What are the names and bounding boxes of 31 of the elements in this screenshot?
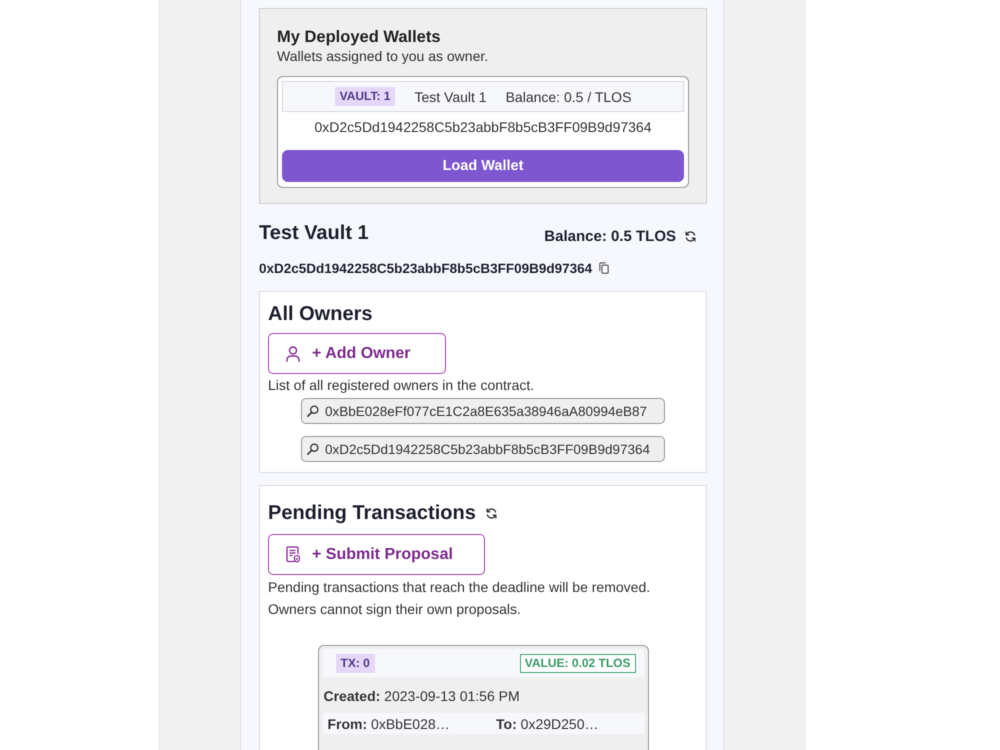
created-date: Created: 2023-09-13 01:56 PM — [324, 687, 521, 706]
value-badge: VALUE: 0.02 TLOS — [520, 654, 636, 672]
to-address: To: 0x29D250… — [496, 716, 598, 732]
tx-badge: TX: 0 — [336, 654, 375, 672]
wallet-address: 0xD2c5Dd1942258C5b23abbF8b5cB3FF09B9d97364 — [313, 118, 653, 137]
vault-badge: VAULT: 1 — [334, 87, 396, 106]
search-icon — [307, 405, 319, 417]
vault-address: 0xD2c5Dd1942258C5b23abbF8b5cB3FF09B9d97364 — [259, 260, 592, 276]
copy-icon[interactable] — [599, 262, 610, 274]
pending-note: Pending transactions that reach the deadline will be removed. — [268, 578, 652, 597]
owners-description: List of all registered owners in the contract. — [268, 376, 536, 395]
load-wallet-button[interactable]: Load Wallet — [282, 150, 684, 182]
section-title: All Owners — [268, 302, 374, 327]
panel-title: My Deployed Wallets — [277, 27, 442, 47]
panel-subtitle: Wallets assigned to you as owner. — [277, 47, 490, 66]
section-title: Pending Transactions — [268, 501, 476, 526]
search-icon — [307, 443, 319, 455]
refresh-icon[interactable] — [684, 230, 697, 242]
pending-note: Owners cannot sign their own proposals. — [268, 600, 522, 619]
vault-balance: Balance: 0.5 TLOS — [544, 228, 676, 244]
refresh-icon[interactable] — [484, 506, 498, 520]
owner-address-field[interactable]: 0xBbE028eFf077cE1C2a8E635a38946aA80994eB87 — [301, 398, 665, 424]
wallet-balance: Balance: 0.5 / TLOS — [506, 88, 632, 104]
owner-address-field[interactable]: 0xD2c5Dd1942258C5b23abbF8b5cB3FF09B9d97364 — [301, 436, 665, 462]
add-owner-button[interactable]: + Add Owner — [268, 333, 446, 374]
person-icon — [286, 346, 300, 362]
wallet-name: Test Vault 1 — [414, 88, 487, 104]
vault-title: Test Vault 1 — [259, 222, 369, 244]
document-shield-icon — [286, 546, 300, 563]
submit-proposal-button[interactable]: + Submit Proposal — [268, 534, 485, 575]
from-address: From: 0xBbE028… — [328, 716, 450, 732]
